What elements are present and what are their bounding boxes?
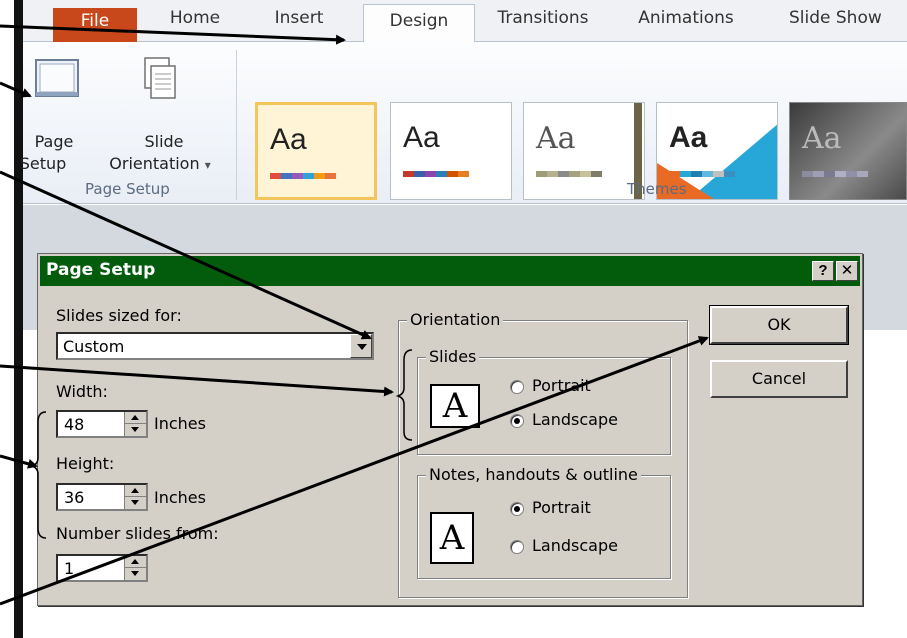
height-value: 36 [64, 488, 85, 507]
spin-up-icon[interactable] [125, 485, 146, 497]
tab-slide-show[interactable]: Slide Show [789, 8, 907, 38]
width-spin-buttons[interactable] [124, 412, 146, 436]
help-button[interactable]: ? [812, 261, 834, 281]
width-label: Width: [56, 382, 108, 401]
tab-insert[interactable]: Insert [254, 8, 344, 38]
theme-color-swatches [403, 171, 469, 177]
theme-sample-text: Aa [802, 121, 842, 156]
slides-landscape-label: Landscape [532, 410, 618, 429]
slide-orientation-label-1: Slide [144, 132, 184, 151]
slide-orientation-label-2: Orientation ▾ [109, 154, 211, 173]
dropdown-arrow-icon: ▾ [204, 158, 211, 172]
orientation-group: Orientation Slides A Portrait Landscape … [398, 310, 688, 598]
tab-animations[interactable]: Animations [621, 8, 751, 38]
tab-transitions[interactable]: Transitions [478, 8, 608, 38]
cancel-button[interactable]: Cancel [710, 360, 848, 398]
tab-home[interactable]: Home [145, 8, 245, 38]
notes-group-label: Notes, handouts & outline [426, 465, 641, 484]
slide-orientation-icon [144, 57, 176, 99]
dialog-title-bar[interactable]: Page Setup ? ✕ [40, 256, 860, 286]
theme-color-swatches [802, 171, 868, 177]
spin-up-icon[interactable] [125, 412, 146, 424]
slides-sized-for-value: Custom [63, 337, 125, 356]
number-slides-from-label: Number slides from: [56, 524, 219, 543]
ribbon-group-separator [236, 50, 237, 200]
theme-5[interactable]: Aa [789, 102, 907, 200]
spin-down-icon[interactable] [125, 568, 146, 580]
width-value: 48 [64, 415, 85, 434]
notes-orientation-group: Notes, handouts & outline A Portrait Lan… [417, 465, 671, 579]
spin-down-icon[interactable] [125, 497, 146, 509]
orientation-label: Orientation [407, 310, 504, 329]
chevron-down-icon[interactable] [350, 334, 372, 358]
slides-portrait-label: Portrait [532, 376, 591, 395]
page-setup-button[interactable]: Page Setup [20, 54, 87, 174]
width-unit: Inches [154, 414, 206, 433]
page-setup-icon [35, 59, 79, 97]
page-left-edge [14, 0, 23, 638]
slides-orientation-group: Slides A Portrait Landscape [417, 347, 671, 455]
height-spin-buttons[interactable] [124, 485, 146, 509]
slides-sized-for-label: Slides sized for: [56, 306, 182, 325]
slides-group-label: Slides [426, 347, 480, 366]
notes-landscape-radio[interactable] [510, 540, 524, 554]
dialog-title: Page Setup [46, 260, 156, 280]
theme-color-swatches [270, 173, 336, 179]
page-setup-group-label: Page Setup [85, 180, 170, 198]
slides-portrait-radio[interactable] [510, 380, 524, 394]
notes-portrait-radio[interactable] [510, 502, 524, 516]
close-button[interactable]: ✕ [836, 261, 858, 281]
tab-file[interactable]: File [53, 8, 137, 42]
ok-button[interactable]: OK [709, 305, 849, 345]
number-slides-from-value: 1 [64, 559, 75, 578]
spin-down-icon[interactable] [125, 424, 146, 436]
slides-landscape-radio[interactable] [510, 414, 524, 428]
slide-orientation-button[interactable]: Slide Orientation ▾ [95, 54, 235, 174]
landscape-page-icon: A [430, 384, 480, 428]
theme-2[interactable]: Aa [390, 102, 512, 200]
ribbon-tab-bar: File Home Insert Design Transitions Anim… [23, 0, 907, 43]
portrait-page-icon: A [430, 512, 474, 564]
theme-color-swatches [669, 171, 735, 177]
slides-sized-for-select[interactable]: Custom [56, 332, 374, 360]
theme-sample-text: Aa [270, 123, 307, 156]
height-stepper[interactable]: 36 [56, 483, 148, 511]
theme-sample-text: Aa [403, 121, 440, 154]
ribbon-design: Page Setup Slide Orientation ▾ Page Setu… [20, 42, 907, 204]
width-stepper[interactable]: 48 [56, 410, 148, 438]
page-setup-dialog: Page Setup ? ✕ Slides sized for: Custom … [37, 253, 863, 606]
notes-portrait-label: Portrait [532, 498, 591, 517]
number-slides-from-stepper[interactable]: 1 [56, 554, 148, 582]
theme-color-swatches [536, 171, 602, 177]
themes-group-label: Themes [627, 180, 687, 198]
height-label: Height: [56, 454, 115, 473]
page-setup-label-1: Page [34, 132, 74, 151]
spin-up-icon[interactable] [125, 556, 146, 568]
theme-office[interactable]: Aa [255, 102, 377, 200]
tab-design[interactable]: Design [363, 4, 475, 43]
height-unit: Inches [154, 488, 206, 507]
theme-sample-text: Aa [669, 121, 708, 154]
number-spin-buttons[interactable] [124, 556, 146, 580]
page-setup-label-2: Setup [19, 154, 67, 173]
notes-landscape-label: Landscape [532, 536, 618, 555]
theme-sample-text: Aa [536, 121, 576, 156]
